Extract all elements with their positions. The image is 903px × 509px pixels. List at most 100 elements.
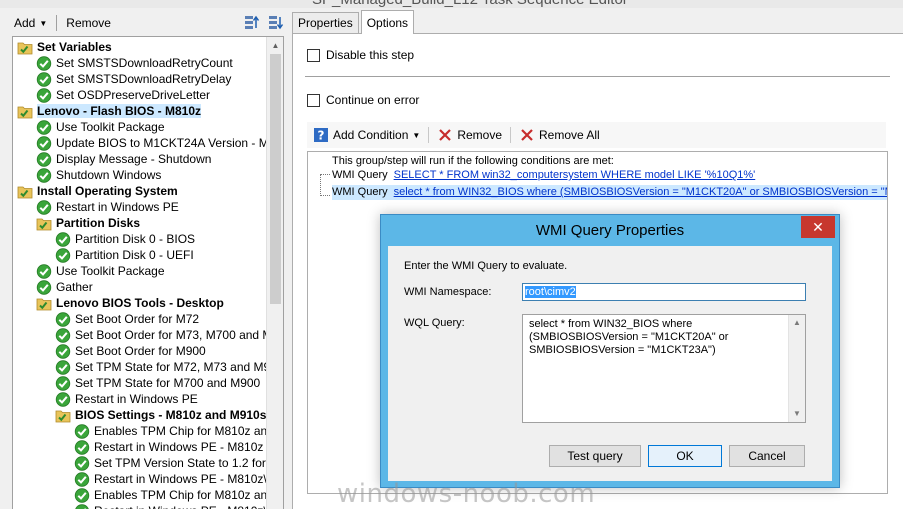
green-check-icon bbox=[36, 56, 52, 71]
tree-step-item[interactable]: Restart in Windows PE - M810z\M910s bbox=[13, 471, 283, 487]
green-check-icon bbox=[36, 280, 52, 295]
tree-item-label: Restart in Windows PE bbox=[75, 392, 198, 406]
tree-step-item[interactable]: Shutdown Windows bbox=[13, 167, 267, 183]
window-title-bar: SP_Managed_Build_L12 Task Sequence Edito… bbox=[0, 0, 903, 8]
condition-row-selected[interactable]: WMI Query select * from WIN32_BIOS where … bbox=[332, 185, 887, 200]
remove-step-button[interactable]: Remove bbox=[60, 12, 117, 34]
dialog-intro: Enter the WMI Query to evaluate. bbox=[404, 260, 568, 272]
tree-step-item[interactable]: Set Boot Order for M900 bbox=[13, 343, 267, 359]
tree-step-item[interactable]: Display Message - Shutdown bbox=[13, 151, 267, 167]
tree-step-item[interactable]: Set SMSTSDownloadRetryDelay bbox=[13, 71, 267, 87]
task-sequence-tree[interactable]: Set Variables Set SMSTSDownloadRetryCount… bbox=[12, 36, 284, 509]
condition-row[interactable]: WMI Query SELECT * FROM win32_computersys… bbox=[332, 168, 755, 183]
move-up-icon[interactable] bbox=[244, 14, 260, 31]
condition-type: WMI Query bbox=[332, 169, 388, 181]
tree-item-label: Update BIOS to M1CKT24A Version - M810z bbox=[56, 136, 284, 150]
remove-condition-button[interactable]: Remove bbox=[431, 124, 508, 146]
test-query-button[interactable]: Test query bbox=[549, 445, 641, 467]
tree-step-item[interactable]: Restart in Windows PE - M810z\M910s bbox=[13, 503, 283, 509]
add-condition-button[interactable]: ? Add Condition ▼ bbox=[307, 124, 426, 146]
dialog-title: WMI Query Properties bbox=[535, 222, 685, 239]
tree-step-item[interactable]: Enables TPM Chip for M810z and M910s bbox=[13, 487, 283, 503]
tree-step-item[interactable]: Gather bbox=[13, 279, 267, 295]
tree-step-item[interactable]: Update BIOS to M1CKT24A Version - M810z bbox=[13, 135, 283, 151]
tree-step-item[interactable]: Partition Disk 0 - BIOS bbox=[13, 231, 267, 247]
close-button[interactable]: ✕ bbox=[801, 216, 835, 238]
wql-vertical-scrollbar[interactable]: ▲ ▼ bbox=[788, 315, 805, 422]
tab-options[interactable]: Options bbox=[360, 10, 415, 34]
tree-step-item[interactable]: Set TPM State for M72, M73 and M93P bbox=[13, 359, 283, 375]
tree-step-item[interactable]: Restart in Windows PE bbox=[13, 391, 267, 407]
tree-step-item[interactable]: Set TPM State for M700 and M900 bbox=[13, 375, 267, 391]
disable-step-checkbox[interactable] bbox=[307, 48, 320, 62]
scroll-up-icon[interactable]: ▲ bbox=[789, 315, 805, 331]
green-check-icon bbox=[74, 472, 90, 487]
green-check-icon bbox=[74, 504, 90, 509]
tree-group-item[interactable]: Lenovo - Flash BIOS - M810z bbox=[13, 103, 267, 119]
tree-step-item[interactable]: Restart in Windows PE bbox=[13, 199, 267, 215]
remove-all-label: Remove All bbox=[539, 128, 600, 142]
scroll-thumb[interactable] bbox=[270, 54, 281, 304]
namespace-value: root\cimv2 bbox=[525, 286, 576, 298]
tree-vertical-scrollbar[interactable]: ▲ bbox=[266, 37, 283, 509]
tree-item-label: Restart in Windows PE - M810z and M910s bbox=[94, 440, 283, 454]
tree-item-label: Set OSDPreserveDriveLetter bbox=[56, 88, 211, 102]
folder-check-icon bbox=[17, 184, 33, 199]
green-check-icon bbox=[55, 312, 71, 327]
remove-all-conditions-button[interactable]: Remove All bbox=[513, 124, 606, 146]
tree-group-item[interactable]: Set Variables bbox=[13, 39, 267, 55]
tree-step-item[interactable]: Set OSDPreserveDriveLetter bbox=[13, 87, 267, 103]
green-check-icon bbox=[36, 120, 52, 135]
tree-item-label: Use Toolkit Package bbox=[56, 120, 165, 134]
tree-step-item[interactable]: Partition Disk 0 - UEFI bbox=[13, 247, 267, 263]
conditions-toolbar: ? Add Condition ▼ Remove Remove All bbox=[307, 122, 886, 148]
tree-step-item[interactable]: Set Boot Order for M72 bbox=[13, 311, 267, 327]
ok-button[interactable]: OK bbox=[648, 445, 722, 467]
task-sequence-toolbar: Add ▼ Remove bbox=[8, 12, 286, 34]
scroll-right-icon[interactable]: ▶ bbox=[873, 504, 890, 509]
tree-step-item[interactable]: Set Boot Order for M73, M700 and M93P bbox=[13, 327, 283, 343]
tree-item-label: Gather bbox=[56, 280, 93, 294]
green-check-icon bbox=[55, 232, 71, 247]
tree-step-item[interactable]: Use Toolkit Package bbox=[13, 263, 267, 279]
tab-properties[interactable]: Properties bbox=[292, 12, 359, 34]
tree-item-label: Set SMSTSDownloadRetryCount bbox=[56, 56, 233, 70]
folder-check-icon bbox=[55, 408, 71, 423]
tree-step-item[interactable]: Set SMSTSDownloadRetryCount bbox=[13, 55, 267, 71]
tree-group-item[interactable]: Install Operating System bbox=[13, 183, 267, 199]
green-check-icon bbox=[36, 88, 52, 103]
tree-item-label: Shutdown Windows bbox=[56, 168, 162, 182]
toolbar-separator bbox=[56, 15, 58, 31]
continue-on-error-option[interactable]: Continue on error bbox=[307, 93, 419, 107]
tree-group-item[interactable]: Partition Disks bbox=[13, 215, 267, 231]
tree-list: Set Variables Set SMSTSDownloadRetryCount… bbox=[13, 39, 283, 509]
condition-query-link[interactable]: select * from WIN32_BIOS where (SMBIOSBI… bbox=[394, 186, 887, 198]
condition-query-link[interactable]: SELECT * FROM win32_computersystem WHERE… bbox=[394, 169, 756, 181]
tree-step-item[interactable]: Use Toolkit Package bbox=[13, 119, 267, 135]
tree-item-label: Set Boot Order for M72 bbox=[75, 312, 200, 326]
help-question-icon: ? bbox=[314, 128, 328, 143]
tree-group-item[interactable]: BIOS Settings - M810z and M910s bbox=[13, 407, 267, 423]
tree-step-item[interactable]: Enables TPM Chip for M810z and M910s bbox=[13, 423, 283, 439]
wql-query-textarea[interactable]: select * from WIN32_BIOS where (SMBIOSBI… bbox=[522, 314, 806, 423]
green-check-icon bbox=[36, 136, 52, 151]
tree-group-item[interactable]: Lenovo BIOS Tools - Desktop bbox=[13, 295, 267, 311]
scroll-up-icon[interactable]: ▲ bbox=[267, 37, 283, 54]
add-menu-button[interactable]: Add ▼ bbox=[8, 12, 53, 34]
toolbar-icon-group bbox=[244, 14, 284, 31]
tree-step-item[interactable]: Set TPM Version State to 1.2 for M810z bbox=[13, 455, 283, 471]
condition-type: WMI Query bbox=[332, 186, 388, 198]
tree-item-label: Install Operating System bbox=[37, 184, 178, 198]
close-icon: ✕ bbox=[812, 219, 824, 235]
green-check-icon bbox=[36, 264, 52, 279]
tree-item-label: Lenovo - Flash BIOS - M810z bbox=[37, 104, 202, 118]
green-check-icon bbox=[36, 152, 52, 167]
green-check-icon bbox=[36, 72, 52, 87]
continue-on-error-checkbox[interactable] bbox=[307, 93, 320, 107]
cancel-button[interactable]: Cancel bbox=[729, 445, 805, 467]
tree-step-item[interactable]: Restart in Windows PE - M810z and M910s bbox=[13, 439, 283, 455]
disable-step-option[interactable]: Disable this step bbox=[307, 48, 414, 62]
scroll-down-icon[interactable]: ▼ bbox=[789, 406, 805, 422]
namespace-input[interactable]: root\cimv2 bbox=[522, 283, 806, 301]
move-down-icon[interactable] bbox=[268, 14, 284, 31]
